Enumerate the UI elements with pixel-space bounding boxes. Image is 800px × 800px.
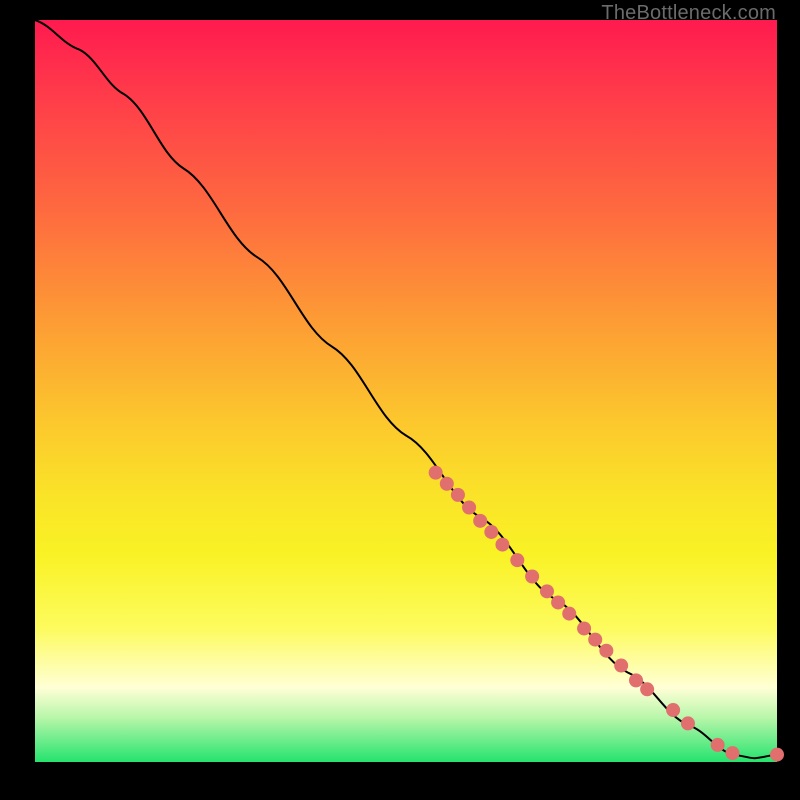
data-point	[484, 525, 498, 539]
data-point	[510, 553, 524, 567]
scatter-points	[429, 466, 784, 762]
data-point	[725, 746, 739, 760]
data-point	[551, 595, 565, 609]
data-point	[540, 584, 554, 598]
plot-area	[35, 20, 777, 762]
data-point	[614, 659, 628, 673]
data-point	[711, 738, 725, 752]
chart-svg	[35, 20, 777, 762]
data-point	[770, 748, 784, 762]
data-point	[629, 673, 643, 687]
data-point	[525, 570, 539, 584]
data-point	[440, 477, 454, 491]
data-point	[562, 607, 576, 621]
data-point	[681, 716, 695, 730]
curve-line	[35, 20, 777, 758]
data-point	[599, 644, 613, 658]
data-point	[666, 703, 680, 717]
data-point	[495, 538, 509, 552]
data-point	[577, 621, 591, 635]
data-point	[429, 466, 443, 480]
data-point	[462, 500, 476, 514]
chart-stage: TheBottleneck.com	[0, 0, 800, 800]
data-point	[451, 488, 465, 502]
data-point	[588, 633, 602, 647]
data-point	[473, 514, 487, 528]
data-point	[640, 682, 654, 696]
